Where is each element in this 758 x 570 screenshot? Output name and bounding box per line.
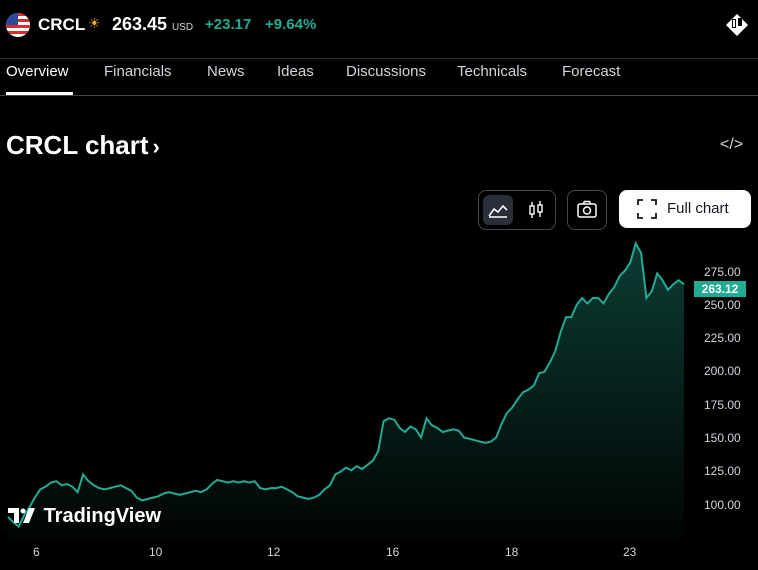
x-tick: 16 [386, 545, 400, 559]
price-area-fill [8, 243, 684, 541]
x-tick: 23 [623, 545, 637, 559]
y-tick: 125.00 [704, 464, 741, 478]
tradingview-label: TradingView [43, 505, 162, 527]
tradingview-logo-icon [8, 508, 35, 523]
tradingview-logo: TradingView [8, 505, 161, 528]
y-tick: 175.00 [704, 398, 741, 412]
x-tick: 12 [267, 545, 281, 559]
y-tick: 150.00 [704, 431, 741, 445]
y-tick: 250.00 [704, 298, 741, 312]
last-price-tag: 263.12 [694, 281, 746, 297]
y-tick: 275.00 [704, 265, 741, 279]
x-tick: 18 [505, 545, 519, 559]
price-chart[interactable] [0, 0, 758, 570]
y-tick: 100.00 [704, 498, 741, 512]
x-tick: 10 [149, 545, 163, 559]
y-tick: 200.00 [704, 364, 741, 378]
x-tick: 6 [33, 545, 40, 559]
y-tick: 225.00 [704, 331, 741, 345]
